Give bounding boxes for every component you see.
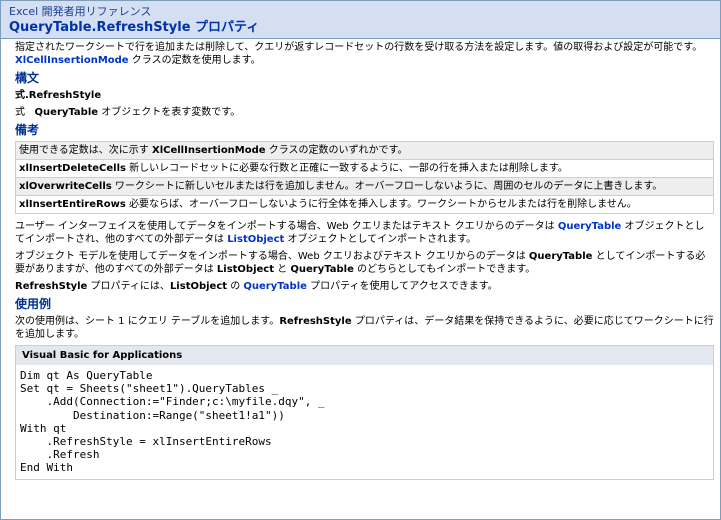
table-row: 使用できる定数は、次に示す XlCellInsertionMode クラスの定数… xyxy=(15,141,714,160)
param-desc: オブジェクトを表す変数です。 xyxy=(98,107,241,118)
constant-desc: 必要ならば、オーバーフローしないように行全体を挿入します。ワークシートからセルま… xyxy=(125,199,637,210)
remarks-paragraph-2: オブジェクト モデルを使用してデータをインポートする場合、Web クエリおよびテ… xyxy=(15,250,714,276)
remarks-heading: 備考 xyxy=(15,123,40,137)
text: と xyxy=(274,264,291,275)
text: ユーザー インターフェイスを使用してデータをインポートする場合、Web クエリま… xyxy=(15,221,558,232)
syntax-parameter: 式 QueryTable オブジェクトを表す変数です。 xyxy=(15,106,714,119)
text: 次の使用例は、シート 1 にクエリ テーブルを追加します。 xyxy=(15,316,280,327)
example-paragraph: 次の使用例は、シート 1 にクエリ テーブルを追加します。RefreshStyl… xyxy=(15,315,714,341)
bold-term: QueryTable xyxy=(290,264,354,275)
syntax-heading: 構文 xyxy=(15,71,40,85)
code-line: .Refresh xyxy=(20,448,100,462)
table-row: xlInsertEntireRows 必要ならば、オーバーフローしないように行全… xyxy=(15,195,714,214)
example-heading: 使用例 xyxy=(15,297,52,311)
constants-table: 使用できる定数は、次に示す XlCellInsertionMode クラスの定数… xyxy=(15,141,714,214)
constant-desc: ワークシートに新しいセルまたは行を追加しません。オーバーフローしないように、周囲… xyxy=(111,181,663,192)
table-cell: xlInsertEntireRows 必要ならば、オーバーフローしないように行全… xyxy=(15,195,714,214)
remarks-paragraph-3: RefreshStyle プロパティには、ListObject の QueryT… xyxy=(15,280,714,293)
xlcellinsertionmode-link[interactable]: XlCellInsertionMode xyxy=(15,55,129,66)
constant-name: xlInsertEntireRows xyxy=(19,199,126,210)
bold-term: QueryTable xyxy=(528,251,593,262)
breadcrumb[interactable]: Excel 開発者用リファレンス xyxy=(9,1,712,19)
code-line: Set qt = Sheets("sheet1").QueryTables _ xyxy=(20,382,279,396)
syntax-expression: 式.RefreshStyle xyxy=(15,89,714,102)
page-header: Excel 開発者用リファレンス QueryTable.RefreshStyle… xyxy=(1,1,720,39)
constant-name: xlInsertDeleteCells xyxy=(19,163,126,174)
intro-text-end: クラスの定数を使用します。 xyxy=(128,55,261,66)
syntax-expression-text: 式.RefreshStyle xyxy=(15,90,102,101)
code-line: With qt xyxy=(20,421,67,435)
code-block[interactable]: Dim qt As QueryTable Set qt = Sheets("sh… xyxy=(16,365,713,479)
bold-term: RefreshStyle xyxy=(279,316,352,327)
bold-term: ListObject xyxy=(216,264,274,275)
bold-term: RefreshStyle xyxy=(15,281,88,292)
bold-term: ListObject xyxy=(169,281,228,292)
intro-paragraph: 指定されたワークシートで行を追加または削除して、クエリが返すレコードセットの行数… xyxy=(15,41,714,67)
listobject-link[interactable]: ListObject xyxy=(227,234,284,245)
text: のどちらとしてもインポートできます。 xyxy=(353,264,536,275)
table-row: xlOverwriteCells ワークシートに新しいセルまたは行を追加しません… xyxy=(15,177,714,196)
text: オブジェクト モデルを使用してデータをインポートする場合、Web クエリおよびテ… xyxy=(15,251,529,262)
text: の xyxy=(227,281,244,292)
intro-text: 指定されたワークシートで行を追加または削除して、クエリが返すレコードセットの行数… xyxy=(15,42,703,53)
code-sample: Visual Basic for Applications Dim qt As … xyxy=(15,345,714,480)
code-line: End With xyxy=(20,461,73,475)
table-cell: xlOverwriteCells ワークシートに新しいセルまたは行を追加しません… xyxy=(15,177,714,196)
remarks-paragraph-1: ユーザー インターフェイスを使用してデータをインポートする場合、Web クエリま… xyxy=(15,220,714,246)
page-title: QueryTable.RefreshStyle プロパティ xyxy=(9,20,260,35)
table-intro-prefix: 使用できる定数は、次に示す xyxy=(19,145,152,156)
code-language-label: Visual Basic for Applications xyxy=(16,346,713,365)
querytable-link[interactable]: QueryTable xyxy=(558,221,622,232)
code-line: .Add(Connection:="Finder;c:\myfile.dqy",… xyxy=(20,395,325,409)
code-line: Destination:=Range("sheet1!a1")) xyxy=(20,408,285,422)
text: オブジェクトとしてインポートされます。 xyxy=(284,234,477,245)
constant-name: xlOverwriteCells xyxy=(19,181,112,192)
table-row: xlInsertDeleteCells 新しいレコードセットに必要な行数と正確に… xyxy=(15,159,714,178)
table-intro-cell: 使用できる定数は、次に示す XlCellInsertionMode クラスの定数… xyxy=(15,141,714,160)
querytable-property-link[interactable]: QueryTable xyxy=(243,281,307,292)
code-line: Dim qt As QueryTable xyxy=(20,369,153,382)
table-cell: xlInsertDeleteCells 新しいレコードセットに必要な行数と正確に… xyxy=(15,159,714,178)
param-prefix: 式 xyxy=(15,107,35,118)
table-intro-suffix: クラスの定数のいずれかです。 xyxy=(265,145,408,156)
table-intro-bold: XlCellInsertionMode xyxy=(151,145,266,156)
code-line: .RefreshStyle = xlInsertEntireRows xyxy=(20,435,272,449)
help-window: Excel 開発者用リファレンス QueryTable.RefreshStyle… xyxy=(0,0,721,520)
text: プロパティには、 xyxy=(87,281,170,292)
param-name: QueryTable xyxy=(34,107,99,118)
article-body: 指定されたワークシートで行を追加または削除して、クエリが返すレコードセットの行数… xyxy=(1,39,720,480)
constant-desc: 新しいレコードセットに必要な行数と正確に一致するように、一部の行を挿入または削除… xyxy=(125,163,568,174)
text: プロパティを使用してアクセスできます。 xyxy=(306,281,498,292)
